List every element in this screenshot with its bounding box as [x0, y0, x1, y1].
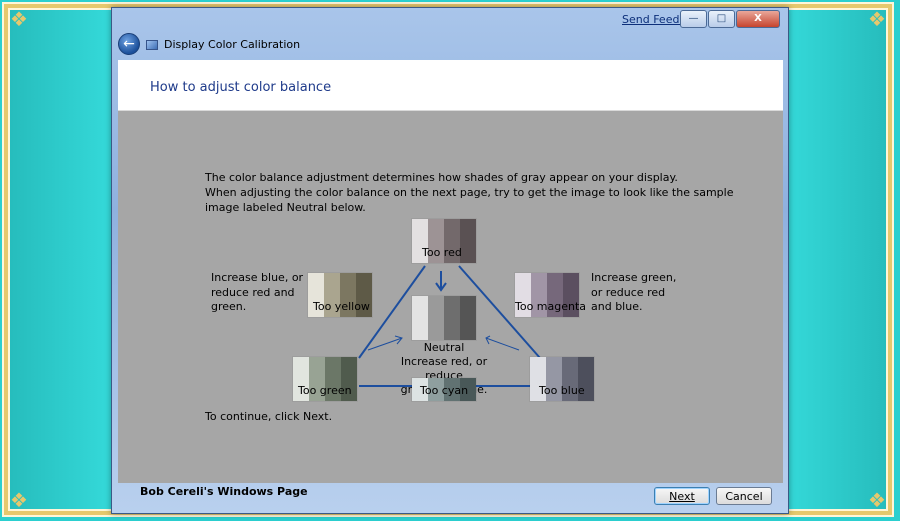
main-content: How to adjust color balance The color ba…	[118, 60, 783, 483]
calibration-window: Send Feedback — □ X ← Display Color Cali…	[111, 7, 789, 514]
swatch-band	[428, 296, 444, 340]
footer-bar: Bob Cereli's Windows Page Next Cancel	[118, 483, 783, 509]
title-bar: Send Feedback — □ X ← Display Color Cali…	[112, 8, 788, 60]
next-button-label: Next	[669, 490, 695, 503]
right-hint-line: and blue.	[591, 300, 643, 313]
swatch-band	[460, 296, 476, 340]
swatch-label-too-yellow: Too yellow	[313, 300, 370, 313]
maximize-button[interactable]: □	[708, 10, 735, 28]
right-hint-line: or reduce red	[591, 285, 666, 299]
corner-ornament-icon: ❖	[10, 488, 28, 512]
corner-ornament-icon: ❖	[868, 7, 886, 31]
close-button[interactable]: X	[736, 10, 780, 28]
swatch-label-too-cyan: Too cyan	[420, 384, 469, 397]
swatch-label-too-blue: Too blue	[539, 384, 585, 397]
continue-text: To continue, click Next.	[205, 410, 333, 423]
swatch-label-too-magenta: Too magenta	[515, 300, 587, 313]
swatch-label-too-green: Too green	[298, 384, 352, 397]
window-title: Display Color Calibration	[146, 38, 300, 51]
monitor-icon	[146, 39, 158, 50]
window-title-text: Display Color Calibration	[164, 38, 301, 51]
neutral-label: Neutral	[423, 341, 465, 354]
swatch-label-too-red: Too red	[422, 246, 462, 259]
back-arrow-icon[interactable]: ←	[118, 33, 140, 55]
left-hint-line: green.	[211, 300, 247, 313]
cancel-button[interactable]: Cancel	[716, 487, 772, 505]
corner-ornament-icon: ❖	[868, 488, 886, 512]
footer-caption: Bob Cereli's Windows Page	[140, 485, 308, 498]
left-hint-line: reduce red and	[211, 285, 295, 299]
minimize-button[interactable]: —	[680, 10, 707, 28]
swatch-band	[460, 219, 476, 263]
right-hint-text: Increase green, or reduce red and blue.	[591, 271, 676, 315]
window-controls: — □ X	[679, 10, 780, 28]
next-button[interactable]: Next	[654, 487, 710, 505]
corner-ornament-icon: ❖	[10, 7, 28, 31]
left-hint-text: Increase blue, or reduce red and green.	[211, 271, 303, 315]
right-hint-line: Increase green,	[591, 271, 677, 284]
swatch-band	[412, 296, 428, 340]
left-hint-line: Increase blue, or	[211, 271, 304, 284]
swatch-band	[444, 296, 460, 340]
swatch-neutral	[412, 296, 476, 340]
